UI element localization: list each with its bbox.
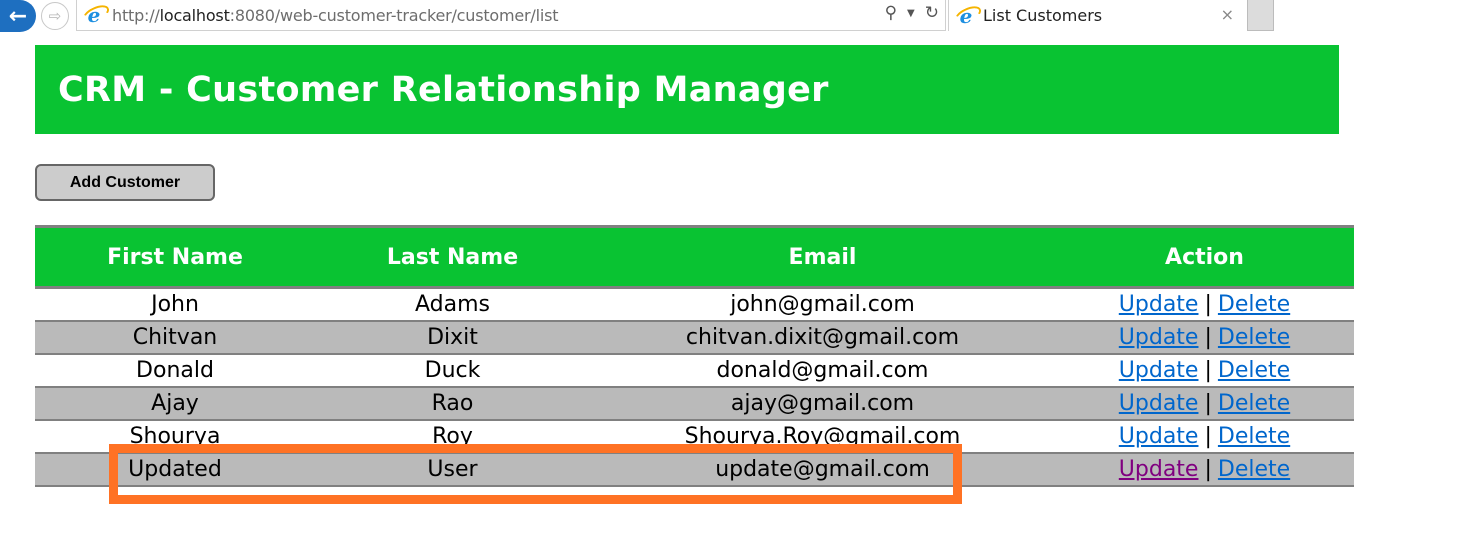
cell-first-name: Donald bbox=[35, 354, 315, 388]
address-bar[interactable]: e http://localhost:8080/web-customer-tra… bbox=[76, 0, 946, 31]
update-link[interactable]: Update bbox=[1119, 391, 1199, 416]
update-link[interactable]: Update bbox=[1119, 424, 1199, 449]
update-link[interactable]: Update bbox=[1119, 358, 1199, 383]
update-link[interactable]: Update bbox=[1119, 292, 1199, 317]
cell-email: ajay@gmail.com bbox=[590, 387, 1055, 421]
cell-action: Update | Delete bbox=[1055, 420, 1354, 454]
cell-email: update@gmail.com bbox=[590, 453, 1055, 487]
column-header-action: Action bbox=[1055, 225, 1354, 289]
cell-email: Shourya.Roy@gmail.com bbox=[590, 420, 1055, 454]
cell-last-name: Rao bbox=[315, 387, 590, 421]
delete-link[interactable]: Delete bbox=[1218, 424, 1290, 449]
cell-email: john@gmail.com bbox=[590, 287, 1055, 322]
cell-first-name: Shourya bbox=[35, 420, 315, 454]
ie-logo-icon: e bbox=[84, 5, 104, 25]
url-text[interactable]: http://localhost:8080/web-customer-track… bbox=[112, 6, 559, 25]
action-separator: | bbox=[1204, 358, 1212, 383]
add-customer-button[interactable]: Add Customer bbox=[35, 164, 215, 201]
forward-button[interactable]: ⇨ bbox=[41, 2, 69, 30]
cell-action: Update | Delete bbox=[1055, 453, 1354, 487]
cell-first-name: Ajay bbox=[35, 387, 315, 421]
browser-chrome: ← ⇨ e http://localhost:8080/web-customer… bbox=[0, 0, 1466, 32]
update-link[interactable]: Update bbox=[1119, 325, 1199, 350]
tab-title: List Customers bbox=[983, 6, 1103, 25]
cell-last-name: Adams bbox=[315, 287, 590, 322]
ie-logo-icon: e bbox=[956, 6, 976, 26]
dropdown-icon[interactable]: ▼ bbox=[907, 8, 915, 23]
update-link[interactable]: Update bbox=[1119, 457, 1199, 482]
delete-link[interactable]: Delete bbox=[1218, 358, 1290, 383]
address-tools: ⚲ ▼ ↻ bbox=[885, 3, 939, 23]
table-body: John Adams john@gmail.com Update | Delete Chit… bbox=[35, 287, 1354, 487]
cell-action: Update | Delete bbox=[1055, 354, 1354, 388]
browser-tab[interactable]: e List Customers × bbox=[948, 0, 1246, 31]
cell-last-name: Roy bbox=[315, 420, 590, 454]
table-row: Chitvan Dixit chitvan.dixit@gmail.com Updat… bbox=[35, 321, 1354, 355]
forward-arrow-icon: ⇨ bbox=[48, 7, 62, 25]
table-row: Donald Duck donald@gmail.com Update | Delete bbox=[35, 354, 1354, 388]
close-icon[interactable]: × bbox=[1221, 5, 1234, 24]
delete-link[interactable]: Delete bbox=[1218, 292, 1290, 317]
delete-link[interactable]: Delete bbox=[1218, 325, 1290, 350]
cell-first-name: Updated bbox=[35, 453, 315, 487]
table-row: Updated User update@gmail.com Update | Delete bbox=[35, 453, 1354, 487]
delete-link[interactable]: Delete bbox=[1218, 457, 1290, 482]
search-icon[interactable]: ⚲ bbox=[885, 3, 897, 23]
action-separator: | bbox=[1204, 292, 1212, 317]
cell-last-name: User bbox=[315, 453, 590, 487]
cell-last-name: Duck bbox=[315, 354, 590, 388]
table-row: Shourya Roy Shourya.Roy@gmail.com Update | De… bbox=[35, 420, 1354, 454]
customer-table: First Name Last Name Email Action John Ad… bbox=[35, 225, 1354, 487]
new-tab-button[interactable] bbox=[1247, 0, 1274, 31]
cell-action: Update | Delete bbox=[1055, 287, 1354, 322]
table-header-row: First Name Last Name Email Action bbox=[35, 225, 1354, 289]
page-title: CRM - Customer Relationship Manager bbox=[58, 69, 829, 110]
page-header: CRM - Customer Relationship Manager bbox=[35, 45, 1339, 134]
back-button[interactable]: ← bbox=[0, 0, 36, 32]
cell-last-name: Dixit bbox=[315, 321, 590, 355]
cell-action: Update | Delete bbox=[1055, 321, 1354, 355]
table-row: John Adams john@gmail.com Update | Delete bbox=[35, 287, 1354, 322]
cell-email: donald@gmail.com bbox=[590, 354, 1055, 388]
action-separator: | bbox=[1204, 424, 1212, 449]
action-separator: | bbox=[1204, 391, 1212, 416]
back-arrow-icon: ← bbox=[8, 3, 28, 29]
column-header-first-name: First Name bbox=[35, 225, 315, 289]
cell-first-name: Chitvan bbox=[35, 321, 315, 355]
column-header-last-name: Last Name bbox=[315, 225, 590, 289]
delete-link[interactable]: Delete bbox=[1218, 391, 1290, 416]
table-row: Ajay Rao ajay@gmail.com Update | Delete bbox=[35, 387, 1354, 421]
cell-action: Update | Delete bbox=[1055, 387, 1354, 421]
refresh-icon[interactable]: ↻ bbox=[925, 3, 939, 23]
column-header-email: Email bbox=[590, 225, 1055, 289]
cell-first-name: John bbox=[35, 287, 315, 322]
action-separator: | bbox=[1204, 325, 1212, 350]
cell-email: chitvan.dixit@gmail.com bbox=[590, 321, 1055, 355]
action-separator: | bbox=[1204, 457, 1212, 482]
